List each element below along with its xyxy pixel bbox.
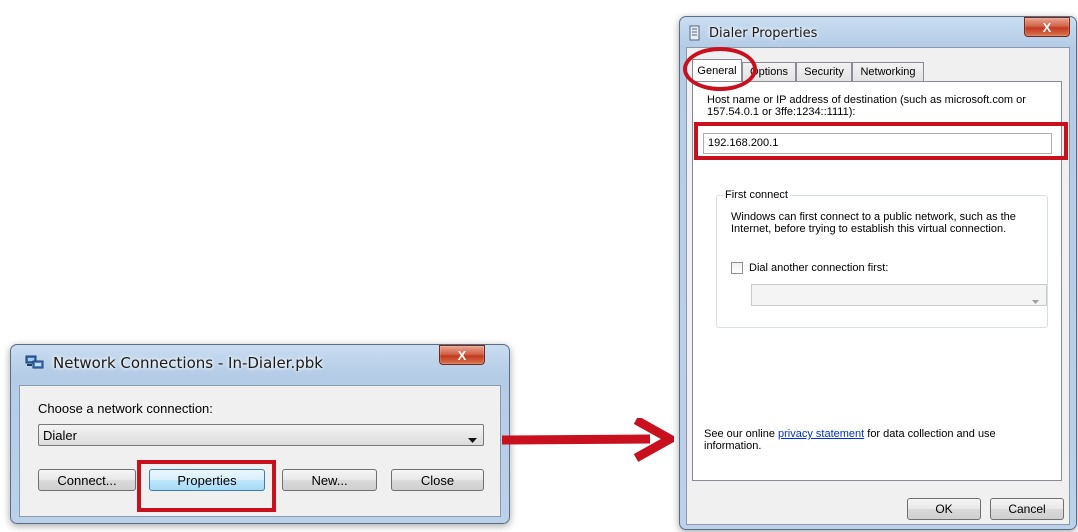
- first-connect-legend: First connect: [723, 189, 790, 201]
- dialer-properties-title: Dialer Properties: [709, 26, 818, 41]
- close-icon: X: [457, 347, 467, 363]
- new-button[interactable]: New...: [282, 469, 377, 491]
- network-connections-icon: [25, 353, 45, 374]
- general-tab-highlight: [683, 47, 757, 91]
- connection-first-select[interactable]: [751, 284, 1047, 306]
- arrow-right-icon: [502, 418, 674, 462]
- chevron-down-icon: [1032, 293, 1039, 307]
- dial-another-label: Dial another connection first:: [749, 262, 889, 274]
- privacy-statement-link[interactable]: privacy statement: [778, 428, 864, 440]
- close-button[interactable]: Close: [391, 469, 484, 491]
- dialer-properties-close-button[interactable]: X: [1024, 17, 1070, 37]
- dialer-properties-titlebar[interactable]: Dialer Properties X: [680, 17, 1076, 47]
- first-connect-description: Windows can first connect to a public ne…: [731, 211, 1016, 235]
- choose-connection-label: Choose a network connection:: [38, 401, 213, 416]
- network-connections-title: Network Connections - In-Dialer.pbk: [53, 354, 323, 372]
- properties-highlight: [137, 460, 276, 512]
- close-icon: X: [1042, 19, 1052, 35]
- cancel-button[interactable]: Cancel: [990, 498, 1064, 520]
- tab-security[interactable]: Security: [796, 62, 852, 81]
- network-connections-titlebar[interactable]: Network Connections - In-Dialer.pbk X: [11, 345, 509, 375]
- privacy-text: See our online privacy statement for dat…: [704, 428, 1049, 452]
- first-connect-group: First connect Windows can first connect …: [716, 189, 1048, 328]
- tab-networking[interactable]: Networking: [852, 62, 924, 81]
- network-connections-close-button[interactable]: X: [439, 345, 485, 365]
- host-label: Host name or IP address of destination (…: [707, 94, 1026, 118]
- connection-select-value: Dialer: [43, 428, 77, 443]
- dial-another-checkbox[interactable]: [731, 262, 743, 274]
- connection-select[interactable]: Dialer: [38, 424, 484, 446]
- host-input-highlight: [694, 122, 1068, 160]
- privacy-prefix: See our online: [704, 428, 778, 440]
- phonebook-icon: [689, 25, 701, 44]
- dialer-properties-client: General Options Security Networking Host…: [686, 47, 1070, 525]
- chevron-down-icon: [468, 433, 477, 447]
- connect-button[interactable]: Connect...: [38, 469, 136, 491]
- ok-button[interactable]: OK: [907, 498, 981, 520]
- dialer-properties-window: Dialer Properties X General Options Secu…: [679, 16, 1077, 530]
